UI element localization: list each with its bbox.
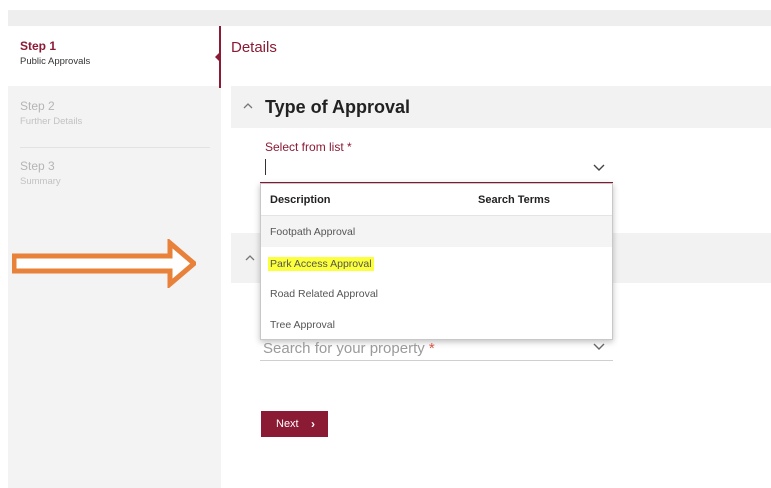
active-step-notch — [215, 52, 220, 62]
chevron-down-icon[interactable] — [591, 159, 607, 175]
dropdown-option-tree[interactable]: Tree Approval — [261, 309, 612, 340]
page-title: Details — [231, 39, 277, 56]
property-search-placeholder: Search for your property * — [263, 340, 435, 357]
next-button[interactable]: Next › — [261, 411, 328, 437]
step-1-title: Step 1 — [20, 39, 57, 53]
step-2-subtitle: Further Details — [20, 116, 83, 127]
column-description: Description — [270, 194, 331, 206]
next-button-label: Next — [276, 418, 299, 430]
dropdown-option-footpath[interactable]: Footpath Approval — [261, 216, 612, 247]
step-2[interactable]: Step 2 Further Details — [20, 99, 82, 127]
option-label: Tree Approval — [270, 319, 335, 331]
column-search-terms: Search Terms — [478, 194, 550, 206]
text-cursor — [265, 159, 266, 175]
step-3[interactable]: Step 3 Summary — [20, 159, 61, 187]
select-field-label: Select from list * — [265, 140, 352, 154]
step-1-subtitle: Public Approvals — [20, 56, 91, 67]
chevron-down-icon[interactable] — [591, 340, 607, 354]
required-mark: * — [347, 140, 352, 154]
option-label: Road Related Approval — [270, 288, 378, 300]
chevron-up-icon[interactable] — [245, 254, 255, 262]
property-search-input[interactable]: Search for your property * — [260, 340, 613, 361]
approval-dropdown: Description Search Terms Footpath Approv… — [260, 183, 613, 340]
select-field-label-text: Select from list — [265, 140, 344, 154]
step-1[interactable]: Step 1 Public Approvals — [20, 39, 90, 67]
step-2-title: Step 2 — [20, 99, 55, 113]
chevron-right-icon: › — [311, 417, 315, 431]
orange-arrow-icon — [12, 239, 196, 288]
option-label-highlighted: Park Access Approval — [268, 257, 374, 271]
section-title: Type of Approval — [265, 97, 411, 117]
dropdown-option-road-related[interactable]: Road Related Approval — [261, 278, 612, 309]
step-3-subtitle: Summary — [20, 176, 61, 187]
option-label: Footpath Approval — [270, 226, 356, 238]
dropdown-header: Description Search Terms — [261, 184, 612, 216]
dropdown-option-park-access[interactable]: Park Access Approval — [261, 247, 612, 278]
chevron-up-icon[interactable] — [243, 102, 253, 110]
step-divider — [20, 147, 210, 148]
required-mark: * — [428, 340, 435, 357]
step-3-title: Step 3 — [20, 159, 55, 173]
top-bar — [8, 10, 771, 26]
placeholder-text: Search for your property — [263, 340, 425, 357]
